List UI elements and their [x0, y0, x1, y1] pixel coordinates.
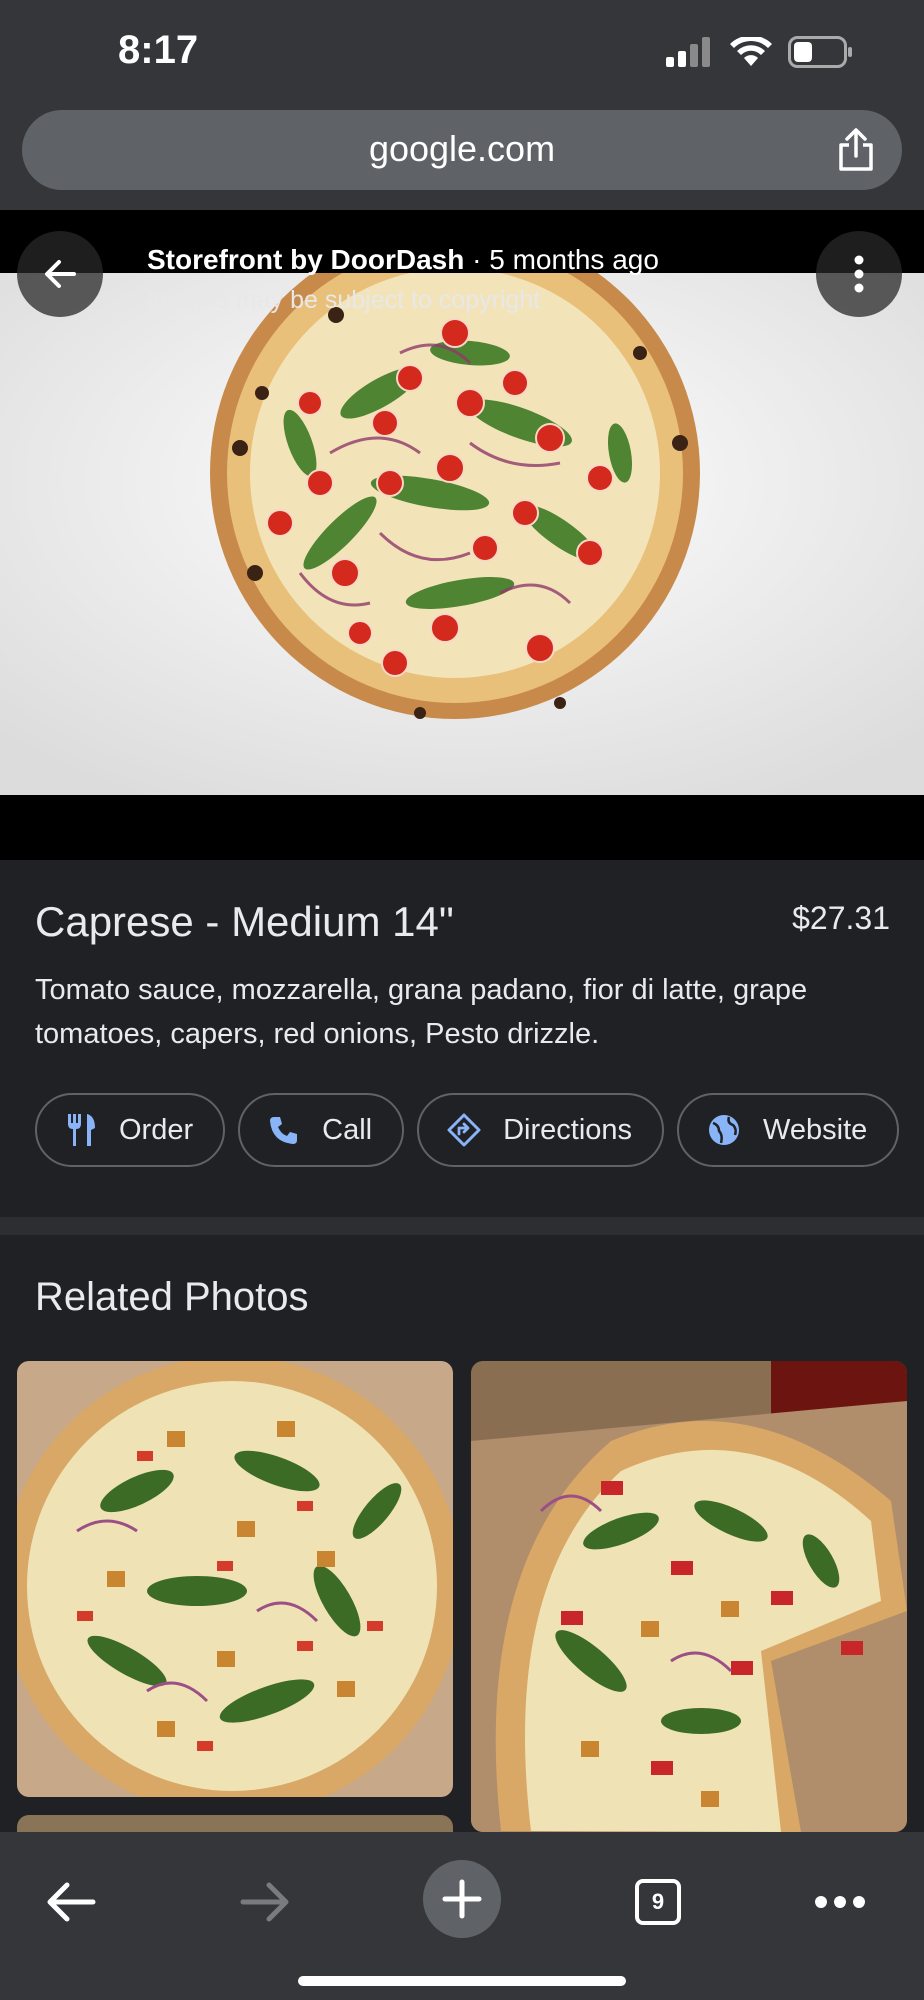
share-icon: [839, 128, 873, 171]
nav-forward-button[interactable]: [230, 1867, 300, 1937]
browser-bottom-bar: 9: [0, 1832, 924, 2000]
source-name[interactable]: Storefront by DoorDash: [147, 244, 464, 275]
directions-label: Directions: [503, 1113, 633, 1146]
more-options-button[interactable]: [816, 231, 902, 317]
order-button[interactable]: Order: [35, 1093, 226, 1167]
restaurant-icon: [68, 1114, 95, 1146]
more-menu-button[interactable]: [810, 1867, 870, 1937]
call-label: Call: [322, 1113, 373, 1146]
directions-icon: [447, 1113, 481, 1147]
related-photo-3[interactable]: [17, 1815, 453, 1832]
arrow-back-icon: [45, 260, 76, 288]
related-photo-2[interactable]: [471, 1361, 907, 1832]
status-bar: 8:17: [0, 0, 924, 105]
globe-icon: [709, 1115, 740, 1145]
wifi-icon: [730, 37, 772, 66]
tab-count: 9: [651, 1889, 665, 1914]
more-horiz-icon: [815, 1896, 865, 1908]
copyright-note: Images may be subject to copyright: [147, 286, 541, 314]
tab-count-box: 9: [635, 1879, 681, 1925]
action-chips: Order Call Directions Website: [35, 1093, 900, 1167]
plus-icon: [442, 1879, 482, 1919]
item-description: Tomato sauce, mozzarella, grana padano, …: [35, 974, 808, 1050]
item-price: $27.31: [792, 900, 890, 936]
item-title: Caprese - Medium 14": [35, 898, 454, 945]
pizza-image: [0, 273, 924, 795]
related-photos-heading: Related Photos: [35, 1275, 309, 1319]
battery-icon: [788, 36, 852, 68]
cellular-signal-icon: [666, 37, 710, 67]
item-info-panel: Caprese - Medium 14" $27.31 Tomato sauce…: [0, 860, 924, 1235]
status-icons: [666, 36, 854, 68]
new-tab-button[interactable]: [423, 1860, 501, 1938]
pizza-thumbnail: [471, 1361, 907, 1832]
source-age: 5 months ago: [489, 244, 659, 275]
tab-switcher-button[interactable]: 9: [630, 1867, 686, 1937]
call-button[interactable]: Call: [238, 1093, 405, 1167]
section-divider: [0, 1217, 924, 1235]
arrow-back-icon: [47, 1882, 96, 1922]
share-button[interactable]: [836, 128, 876, 177]
arrow-forward-icon: [240, 1882, 289, 1922]
home-indicator: [298, 1976, 626, 1986]
order-label: Order: [119, 1113, 194, 1146]
website-button[interactable]: Website: [677, 1093, 900, 1167]
directions-button[interactable]: Directions: [417, 1093, 665, 1167]
back-button[interactable]: [17, 231, 103, 317]
phone-icon: [270, 1117, 298, 1144]
main-photo[interactable]: [0, 273, 924, 795]
related-photo-1[interactable]: [17, 1361, 453, 1797]
url-text[interactable]: google.com: [22, 128, 902, 170]
source-separator: ·: [464, 244, 490, 275]
website-label: Website: [763, 1113, 868, 1146]
image-viewer: Storefront by DoorDash · 5 months ago Im…: [0, 210, 924, 860]
image-source-line: Storefront by DoorDash · 5 months ago: [147, 244, 659, 276]
pizza-thumbnail: [17, 1361, 453, 1797]
status-time: 8:17: [118, 28, 199, 72]
address-bar[interactable]: google.com: [22, 110, 902, 190]
more-vert-icon: [854, 255, 864, 293]
nav-back-button[interactable]: [36, 1867, 106, 1937]
